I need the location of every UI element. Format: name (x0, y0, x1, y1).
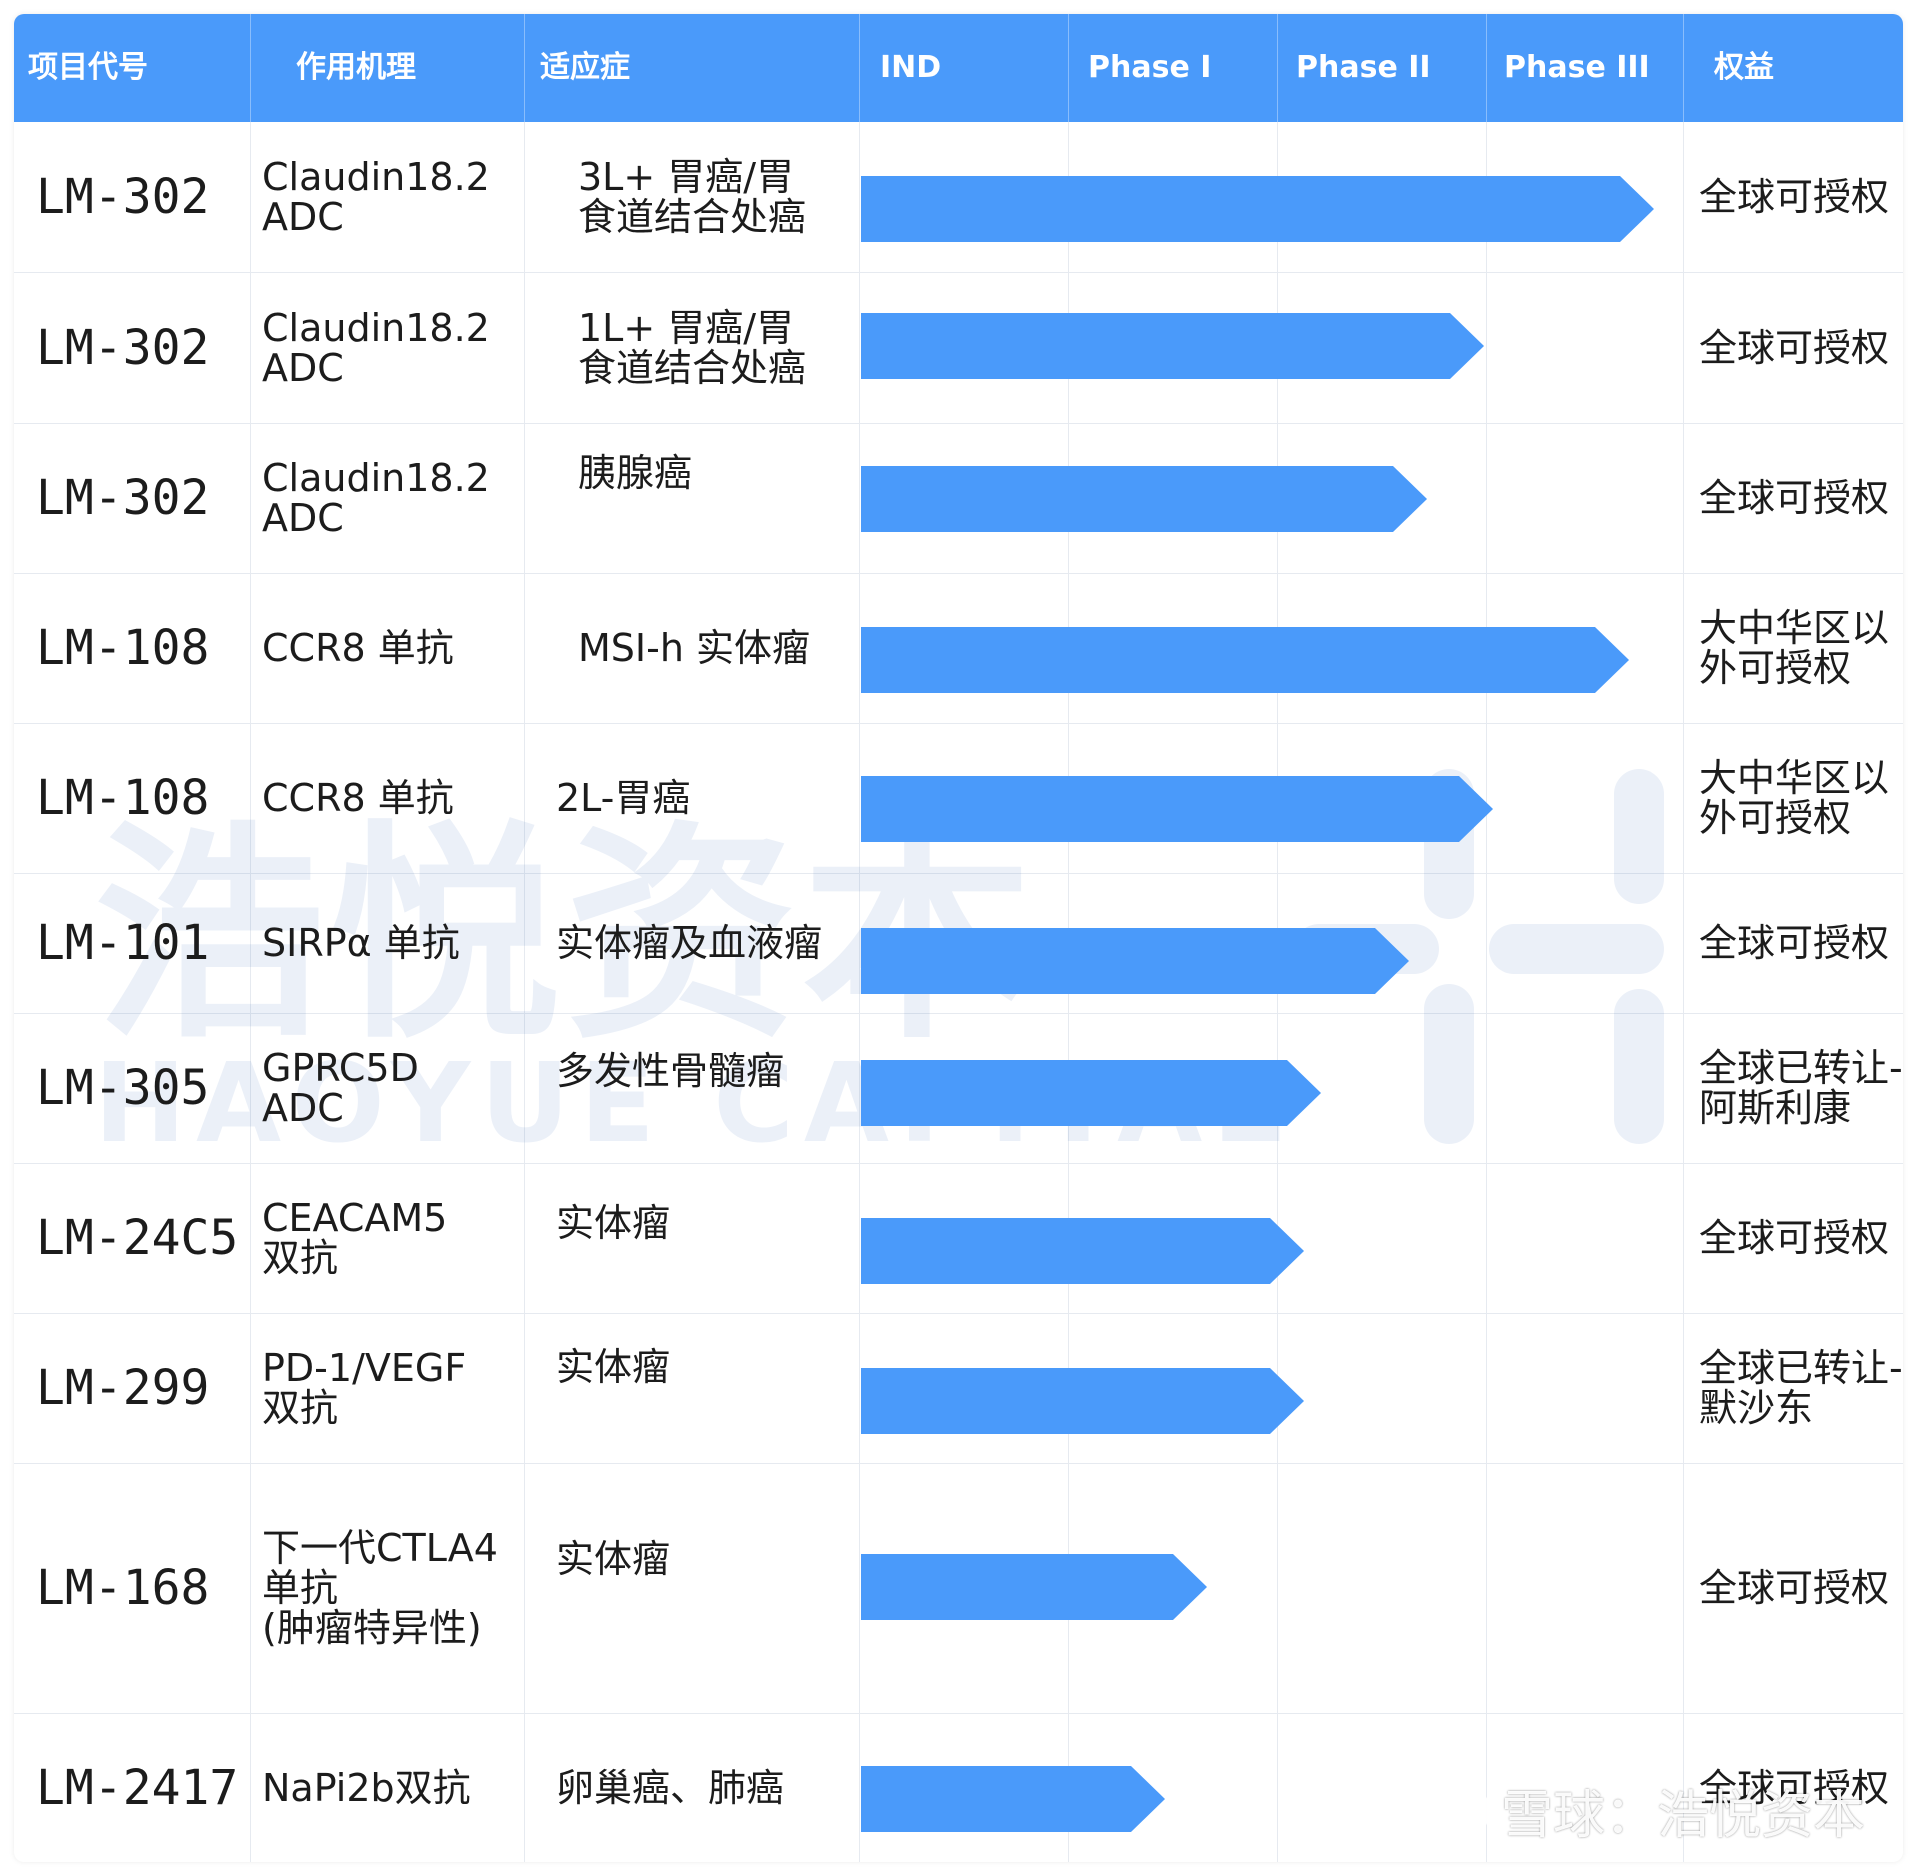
project-code: LM-302 (36, 319, 210, 376)
project-code: LM-2417 (36, 1759, 239, 1816)
indication: 实体瘤 (556, 1201, 671, 1245)
header-ind: IND (880, 50, 942, 85)
indication: 实体瘤及血液瘤 (556, 921, 823, 965)
mechanism: NaPi2b双抗 (262, 1765, 471, 1810)
rights: 全球可授权 (1699, 921, 1890, 965)
mechanism: SIRPα 单抗 (262, 921, 460, 965)
project-code: LM-302 (36, 470, 210, 526)
mechanism: Claudin18.2 ADC (262, 456, 490, 540)
rights: 全球可授权 (1699, 325, 1890, 370)
progress-bar (861, 176, 1654, 242)
table-row: LM-101 SIRPα 单抗 实体瘤及血液瘤 全球可授权 (14, 873, 1903, 1013)
indication: 2L-胃癌 (556, 776, 691, 820)
mechanism: GPRC5D ADC (262, 1046, 419, 1130)
header-mechanism: 作用机理 (296, 50, 416, 85)
header-phase3: Phase III (1504, 50, 1650, 85)
table-row: LM-302 Claudin18.2 ADC 胰腺癌 全球可授权 (14, 423, 1903, 573)
table-row: LM-302 Claudin18.2 ADC 3L+ 胃癌/胃 食道结合处癌 全… (14, 122, 1903, 272)
project-code: LM-24C5 (36, 1210, 239, 1266)
rights: 全球可授权 (1699, 1216, 1890, 1260)
progress-bar (861, 1368, 1304, 1434)
progress-bar (861, 776, 1493, 842)
mechanism: 下一代CTLA4 单抗 (肿瘤特异性) (262, 1526, 498, 1650)
project-code: LM-108 (36, 620, 210, 676)
progress-bar (861, 1766, 1165, 1832)
indication: 实体瘤 (556, 1537, 671, 1581)
header-phase2: Phase II (1296, 50, 1431, 85)
table-row: LM-302 Claudin18.2 ADC 1L+ 胃癌/胃 食道结合处癌 全… (14, 272, 1903, 423)
progress-bar (861, 627, 1629, 693)
table-row: LM-305 GPRC5D ADC 多发性骨髓瘤 全球已转让- 阿斯利康 (14, 1013, 1903, 1163)
header-rights: 权益 (1714, 50, 1774, 85)
indication: 实体瘤 (556, 1345, 671, 1389)
project-code: LM-302 (36, 169, 210, 225)
rights: 全球已转让- 默沙东 (1699, 1346, 1903, 1430)
indication: 1L+ 胃癌/胃 食道结合处癌 (578, 305, 807, 390)
project-code: LM-168 (36, 1560, 210, 1616)
rights: 全球可授权 (1699, 1566, 1890, 1610)
progress-bar (861, 1218, 1304, 1284)
indication: 3L+ 胃癌/胃 食道结合处癌 (578, 155, 807, 239)
rights: 大中华区以 外可授权 (1699, 756, 1890, 840)
progress-bar (861, 1060, 1321, 1126)
xueqiu-logo-icon (1428, 1780, 1490, 1841)
progress-bar (861, 928, 1409, 994)
project-code: LM-305 (36, 1060, 210, 1116)
header-code: 项目代号 (28, 50, 148, 85)
table-row: LM-168 下一代CTLA4 单抗 (肿瘤特异性) 实体瘤 全球可授权 (14, 1463, 1903, 1713)
xueqiu-watermark: 雪球：浩悦资本 (1427, 1773, 1865, 1848)
indication: MSI-h 实体瘤 (578, 626, 810, 670)
indication: 多发性骨髓瘤 (556, 1049, 785, 1093)
table-header: 项目代号 作用机理 适应症 IND Phase I Phase II Phase… (14, 14, 1903, 122)
mechanism: CCR8 单抗 (262, 626, 454, 670)
rights: 全球可授权 (1699, 175, 1890, 219)
pipeline-table: 项目代号 作用机理 适应症 IND Phase I Phase II Phase… (14, 14, 1903, 1862)
header-indication: 适应症 (540, 50, 630, 85)
table-row: LM-24C5 CEACAM5 双抗 实体瘤 全球可授权 (14, 1163, 1903, 1313)
progress-bar (861, 466, 1427, 532)
mechanism: PD-1/VEGF 双抗 (262, 1346, 467, 1430)
table-row: LM-299 PD-1/VEGF 双抗 实体瘤 全球已转让- 默沙东 (14, 1313, 1903, 1463)
indication: 胰腺癌 (578, 451, 693, 495)
header-phase1: Phase I (1088, 50, 1212, 85)
table-row: LM-108 CCR8 单抗 MSI-h 实体瘤 大中华区以 外可授权 (14, 573, 1903, 723)
mechanism: Claudin18.2 ADC (262, 305, 490, 390)
mechanism: CEACAM5 双抗 (262, 1196, 448, 1280)
rights: 全球已转让- 阿斯利康 (1699, 1046, 1903, 1130)
project-code: LM-108 (36, 770, 210, 826)
rights: 大中华区以 外可授权 (1699, 606, 1890, 690)
progress-bar (861, 313, 1484, 379)
rights: 全球可授权 (1699, 476, 1890, 520)
project-code: LM-101 (36, 915, 210, 971)
xueqiu-watermark-text: 雪球：浩悦资本 (1500, 1786, 1865, 1846)
progress-bar (861, 1554, 1207, 1620)
table-row: LM-108 CCR8 单抗 2L-胃癌 大中华区以 外可授权 (14, 723, 1903, 873)
mechanism: Claudin18.2 ADC (262, 155, 490, 239)
indication: 卵巢癌、肺癌 (556, 1765, 785, 1810)
project-code: LM-299 (36, 1360, 210, 1416)
mechanism: CCR8 单抗 (262, 776, 454, 820)
